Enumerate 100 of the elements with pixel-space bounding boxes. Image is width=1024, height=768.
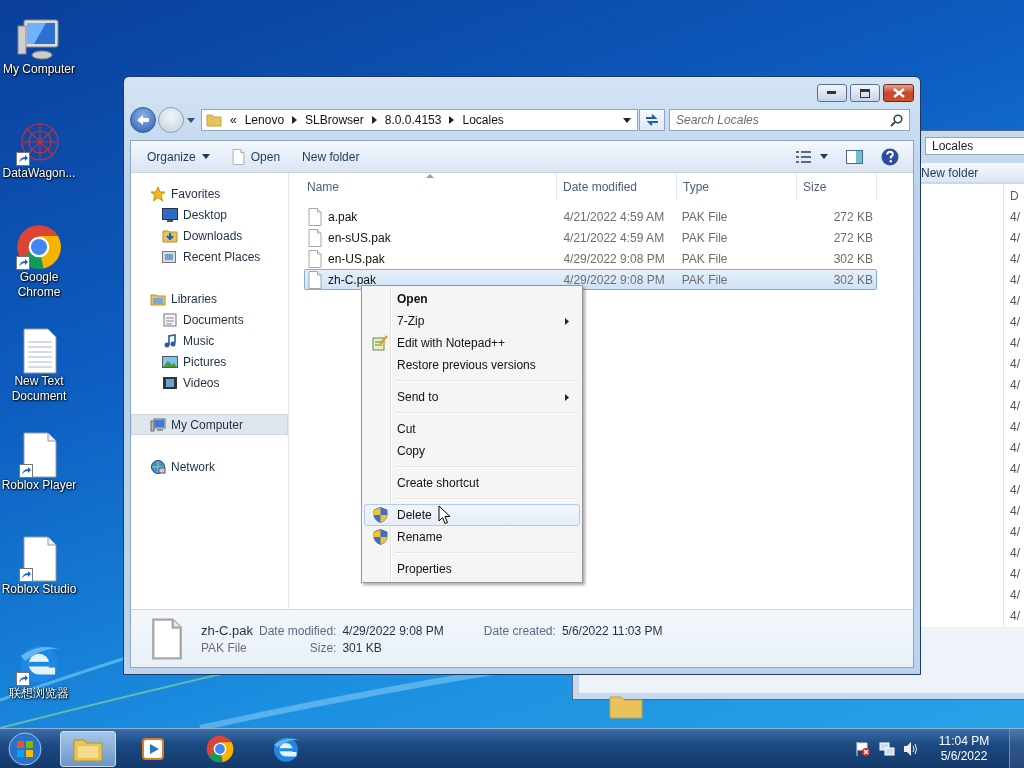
file-row[interactable]: en-sUS.pak 4/21/2022 4:59 AM PAK File 272 KB xyxy=(304,227,877,248)
table-cell-text: 4/ xyxy=(1010,461,1020,479)
file-type: PAK File xyxy=(201,640,248,655)
column-header[interactable]: Size xyxy=(797,173,877,200)
overflow-chevron[interactable]: « xyxy=(230,113,237,127)
table-cell-text: 4/ xyxy=(1010,419,1020,437)
nav-pane-item[interactable]: Videos xyxy=(131,372,288,393)
menu-item[interactable]: Rename xyxy=(364,526,580,548)
file-name: a.pak xyxy=(328,209,358,224)
desktop-icon-label: 联想浏览器 xyxy=(8,686,70,701)
desktop-icon-label: New Text Document xyxy=(10,374,68,404)
nav-pane-item[interactable]: Downloads xyxy=(131,225,288,246)
field-value: 301 KB xyxy=(342,640,383,655)
table-cell-text: 4/ xyxy=(1010,608,1020,626)
address-bar[interactable]: « Lenovo SLBrowser 8.0.0.4153 Locales xyxy=(201,109,638,131)
menu-item[interactable]: Cut xyxy=(364,418,580,440)
table-cell-text: 4/29/2022 9:08 PM xyxy=(562,250,666,268)
field-label: Date modified: xyxy=(259,623,337,638)
table-cell-text: 4/ xyxy=(1010,566,1020,584)
table-cell-text: 4/ xyxy=(1010,503,1020,521)
desktop-shortcut[interactable]: DataWagon... xyxy=(0,112,78,181)
file-name: zh-C.pak xyxy=(201,622,254,638)
table-cell-text: 4/ xyxy=(1010,335,1020,353)
table-cell-text: 4/ xyxy=(1010,377,1020,395)
table-cell-text: 272 KB xyxy=(832,229,874,247)
table-cell-text: PAK File xyxy=(680,229,729,247)
table-cell-text: 272 KB xyxy=(832,208,874,226)
desktop-icon-label: DataWagon... xyxy=(1,166,77,181)
desktop-shortcut[interactable]: New Text Document xyxy=(0,320,78,404)
table-cell-text: 4/ xyxy=(1010,230,1020,248)
table-cell-text: 4/ xyxy=(1010,398,1020,416)
table-cell-text: 4/ xyxy=(1010,293,1020,311)
menu-item[interactable]: Create shortcut xyxy=(364,472,580,494)
nav-pane-item[interactable]: Recent Places xyxy=(131,246,288,267)
nav-pane-item[interactable]: Favorites xyxy=(131,183,288,204)
nav-pane-item[interactable]: My Computer xyxy=(131,414,288,435)
menu-item[interactable]: Restore previous versions xyxy=(364,354,580,376)
table-cell-text: 4/ xyxy=(1010,524,1020,542)
file-row[interactable]: a.pak 4/21/2022 4:59 AM PAK File 272 KB xyxy=(304,206,877,227)
desktop-shortcut[interactable]: Roblox Player xyxy=(0,424,78,493)
menu-item[interactable]: Properties xyxy=(364,558,580,580)
table-cell-text: 4/29/2022 9:08 PM xyxy=(562,271,666,289)
field-value: 5/6/2022 11:03 PM xyxy=(561,623,663,638)
nav-pane-item[interactable]: Libraries xyxy=(131,288,288,309)
desktop-shortcut[interactable]: Google Chrome xyxy=(0,216,78,300)
desktop-icon-label: Roblox Player xyxy=(0,478,78,493)
column-header[interactable]: D xyxy=(1010,186,1020,208)
column-header[interactable]: Type xyxy=(677,173,797,200)
table-cell-text: 302 KB xyxy=(832,250,874,268)
table-cell-text: PAK File xyxy=(680,250,729,268)
file-name: en-US.pak xyxy=(328,251,385,266)
table-cell-text: 4/ xyxy=(1010,587,1020,605)
table-cell-text: PAK File xyxy=(680,271,729,289)
desktop-shortcut[interactable]: Roblox Studio xyxy=(0,528,78,597)
menu-item[interactable]: Copy xyxy=(364,440,580,462)
organize-menu-button[interactable]: Organize xyxy=(139,146,218,167)
nav-pane-item[interactable]: Network xyxy=(131,456,288,477)
field-label: Date created: xyxy=(482,623,556,638)
table-cell-text: 4/ xyxy=(1010,440,1020,458)
table-cell-text: 4/ xyxy=(1010,314,1020,332)
desktop-shortcut[interactable]: My Computer xyxy=(0,8,78,77)
file-row[interactable]: en-US.pak 4/29/2022 9:08 PM PAK File 302 KB xyxy=(304,248,877,269)
desktop-shortcut[interactable]: 联想浏览器 xyxy=(0,632,78,701)
nav-pane-item[interactable]: Desktop xyxy=(131,204,288,225)
menu-item[interactable]: Open xyxy=(364,288,580,310)
breadcrumb-item[interactable]: Locales xyxy=(462,113,504,127)
table-cell-text: 4/ xyxy=(1010,482,1020,500)
desktop-icon-label: Roblox Studio xyxy=(0,582,78,597)
menu-item[interactable]: Delete xyxy=(364,504,580,526)
table-cell-text: PAK File xyxy=(680,208,729,226)
table-cell-text: 4/ xyxy=(1010,356,1020,374)
search-field[interactable]: Search Locales xyxy=(669,109,910,131)
toolbar-button[interactable]: New folder xyxy=(294,146,368,167)
field-value: 4/29/2022 9:08 PM xyxy=(342,623,444,638)
nav-pane-item[interactable]: Documents xyxy=(131,309,288,330)
breadcrumb-item[interactable]: 8.0.0.4153 xyxy=(384,113,442,127)
table-cell-text: 4/ xyxy=(1010,545,1020,563)
file-name: zh-C.pak xyxy=(328,272,377,287)
desktop-icon-label: Google Chrome xyxy=(16,270,62,300)
breadcrumb-item[interactable]: Lenovo xyxy=(244,113,285,127)
menu-item[interactable]: 7-Zip xyxy=(364,310,580,332)
file-name: en-sUS.pak xyxy=(328,230,391,245)
desktop-icon-label: My Computer xyxy=(2,62,76,77)
clock[interactable]: 11:04 PM 5/6/2022 xyxy=(933,733,995,764)
table-cell-text: 4/21/2022 4:59 AM xyxy=(562,229,666,247)
table-cell-text: 4/ xyxy=(1010,209,1020,227)
open-button[interactable]: Open xyxy=(223,145,289,168)
clock-date: 5/6/2022 xyxy=(940,748,988,764)
column-header[interactable]: Date modified xyxy=(557,173,677,200)
table-cell-text: 302 KB xyxy=(832,271,874,289)
table-cell-text: 4/21/2022 4:59 AM xyxy=(562,208,666,226)
nav-pane-item[interactable]: Pictures xyxy=(131,351,288,372)
nav-pane-item[interactable]: Music xyxy=(131,330,288,351)
address-text: Locales xyxy=(932,139,974,154)
menu-item[interactable]: Send to xyxy=(364,386,580,408)
breadcrumb-item[interactable]: SLBrowser xyxy=(305,113,364,127)
table-cell-text: 4/ xyxy=(1010,272,1020,290)
clock-time: 11:04 PM xyxy=(938,733,990,749)
menu-item[interactable]: Edit with Notepad++ xyxy=(364,332,580,354)
table-cell-text: 4/ xyxy=(1010,251,1020,269)
